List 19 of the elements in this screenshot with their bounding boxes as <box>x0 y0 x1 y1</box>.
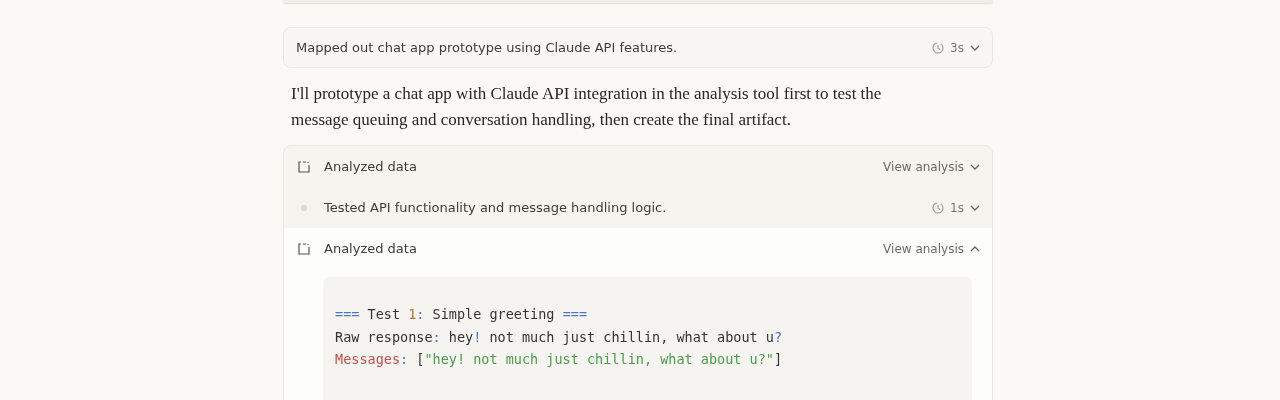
message-text: I'll prototype a chat app with Claude API integration in the analysis tool first to test the message queuing and conversation handling, then create the final artifact. <box>291 83 883 131</box>
thinking-summary[interactable]: Mapped out chat app prototype using Claude API features. 3s <box>283 27 993 68</box>
timer-icon <box>932 201 945 214</box>
duration-label: 3s <box>950 40 964 55</box>
view-analysis-link[interactable]: View analysis <box>883 241 964 256</box>
code-line: === Test 1: Simple greeting === <box>335 305 588 324</box>
step-row[interactable]: Tested API functionality and message handling logic. 1s <box>284 187 992 228</box>
view-analysis-link[interactable]: View analysis <box>883 159 964 174</box>
code-line: Raw response: hey! not much just chillin, what about u? <box>335 327 784 347</box>
step-row[interactable]: Analyzed data View analysis <box>284 146 992 187</box>
duration-label: 1s <box>950 200 964 215</box>
step-label: Analyzed data <box>324 241 417 256</box>
step-label: Analyzed data <box>324 159 417 174</box>
analysis-icon <box>298 160 310 173</box>
summary-text: Mapped out chat app prototype using Claude API features. <box>296 40 678 55</box>
analysis-icon <box>298 242 310 255</box>
timer-icon <box>932 41 945 54</box>
step-label: Tested API functionality and message handling logic. <box>324 200 667 215</box>
code-line: Messages: ["hey! not much just chillin, what about u?"] <box>335 350 784 370</box>
